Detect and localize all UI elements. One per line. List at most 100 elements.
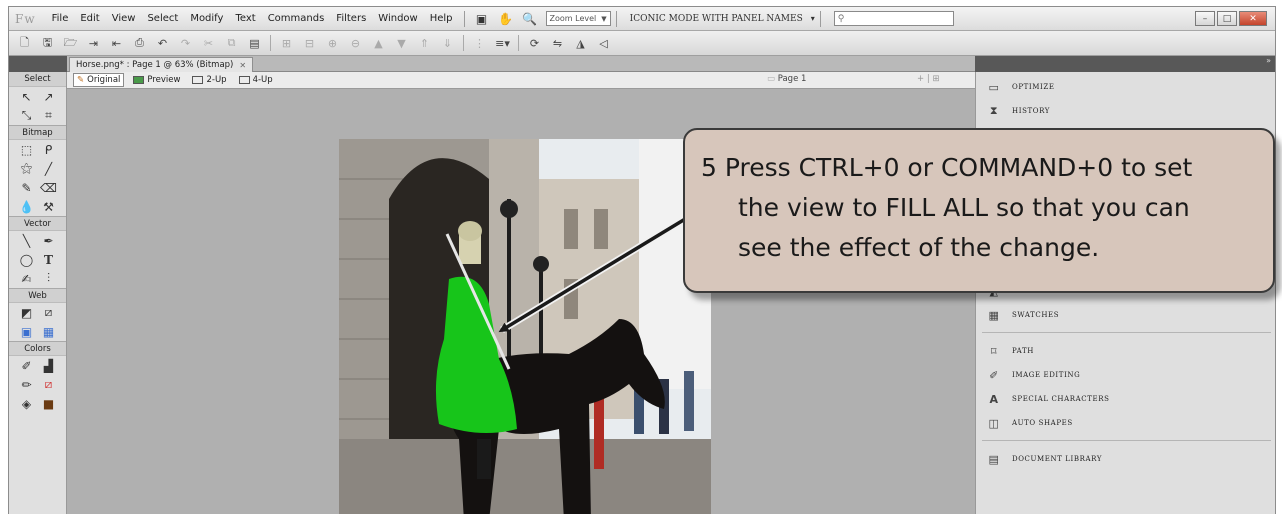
import-icon[interactable]: ⇥ <box>85 35 102 52</box>
document-tab[interactable]: Horse.png* : Page 1 @ 63% (Bitmap) ✕ <box>69 57 254 72</box>
hide-slices-icon[interactable]: ▣ <box>19 324 35 340</box>
redo-icon[interactable]: ↷ <box>177 35 194 52</box>
menu-filters[interactable]: Filters <box>330 13 372 24</box>
workspace-switcher[interactable]: ICONIC MODE WITH PANEL NAMES ▾ <box>630 14 815 24</box>
fill-color-icon[interactable]: ◈ <box>19 396 35 412</box>
maximize-button[interactable]: □ <box>1217 11 1237 26</box>
menu-commands[interactable]: Commands <box>262 13 331 24</box>
group-icon[interactable]: ⊞ <box>278 35 295 52</box>
rubber-stamp-icon[interactable]: ⚒ <box>41 199 57 215</box>
rectangle-tool-icon[interactable]: ◯ <box>19 252 35 268</box>
align-icon[interactable]: ≡▾ <box>494 35 511 52</box>
slice-tool-icon[interactable]: ⧄ <box>41 305 57 321</box>
chevron-down-icon: ▾ <box>810 14 815 23</box>
line-tool-icon[interactable]: ╲ <box>19 233 35 249</box>
magic-wand-icon[interactable]: ⚝ <box>19 161 35 177</box>
save-icon[interactable]: 🖫 <box>39 35 56 52</box>
menu-select[interactable]: Select <box>141 13 184 24</box>
paint-bucket-icon[interactable]: ▟ <box>41 358 57 374</box>
text-tool-icon[interactable]: T <box>41 252 57 268</box>
panel-auto-shapes[interactable]: ◫ AUTO SHAPES <box>976 411 1275 435</box>
pointer-tool-icon[interactable]: ↖ <box>19 89 35 105</box>
screen-mode-icon[interactable]: ▣ <box>473 11 491 27</box>
close-icon[interactable]: ✕ <box>239 61 246 70</box>
search-icon: ⚲ <box>837 13 845 24</box>
eraser-tool-icon[interactable]: ⌫ <box>40 180 57 196</box>
document-view-bar: ✎ Original Preview 2-Up 4-Up ▭ Page 1 + |… <box>67 72 975 89</box>
view-2up-button[interactable]: 2-Up <box>189 74 229 86</box>
eyedropper-tool-icon[interactable]: ✐ <box>19 358 35 374</box>
pen-tool-icon[interactable]: ✒ <box>41 233 57 249</box>
hotspot-tool-icon[interactable]: ◩ <box>19 305 35 321</box>
four-up-icon <box>238 76 250 84</box>
view-preview-button[interactable]: Preview <box>130 74 183 86</box>
panel-history[interactable]: ⧗ HISTORY <box>976 99 1275 123</box>
menu-modify[interactable]: Modify <box>184 13 229 24</box>
distribute-icon[interactable]: ⋮ <box>471 35 488 52</box>
bring-forward-icon[interactable]: ▲ <box>370 35 387 52</box>
freeform-tool-icon[interactable]: ✍ <box>19 271 35 287</box>
skew-icon[interactable]: ◁ <box>595 35 612 52</box>
undo-icon[interactable]: ↶ <box>154 35 171 52</box>
view-original-button[interactable]: ✎ Original <box>73 73 125 87</box>
scale-tool-icon[interactable]: ⤡ <box>19 108 35 124</box>
crop-tool-icon[interactable]: ⌗ <box>41 108 57 124</box>
hand-tool-icon[interactable]: ✋ <box>497 11 515 27</box>
zoom-tool-icon[interactable]: 🔍 <box>521 11 539 27</box>
new-document-icon[interactable]: 🗋 <box>16 35 33 52</box>
subselect-tool-icon[interactable]: ↗ <box>41 89 57 105</box>
flip-icon[interactable]: ⇋ <box>549 35 566 52</box>
fill-swatch-icon[interactable]: ■ <box>41 396 57 412</box>
cut-icon[interactable]: ✂ <box>200 35 217 52</box>
menu-divider <box>615 10 617 27</box>
menu-edit[interactable]: Edit <box>74 13 105 24</box>
marquee-tool-icon[interactable]: ⬚ <box>19 142 35 158</box>
send-to-back-icon[interactable]: ⇓ <box>439 35 456 52</box>
join-icon[interactable]: ⊕ <box>324 35 341 52</box>
stroke-color-icon[interactable]: ✏ <box>19 377 35 393</box>
copy-icon[interactable]: ⧉ <box>223 35 240 52</box>
minimize-button[interactable]: – <box>1195 11 1215 26</box>
pencil-tool-icon[interactable]: ✎ <box>19 180 35 196</box>
bring-to-front-icon[interactable]: ⇑ <box>416 35 433 52</box>
send-backward-icon[interactable]: ▼ <box>393 35 410 52</box>
paste-icon[interactable]: ▤ <box>246 35 263 52</box>
print-icon[interactable]: ⎙ <box>131 35 148 52</box>
panel-image-editing[interactable]: ✐ IMAGE EDITING <box>976 363 1275 387</box>
swatches-icon: ▦ <box>988 308 1000 322</box>
panel-optimize[interactable]: ▭ OPTIMIZE <box>976 75 1275 99</box>
menu-text[interactable]: Text <box>229 13 261 24</box>
panel-group-divider <box>982 327 1271 333</box>
zoom-level-select[interactable]: Zoom Level ▼ <box>545 11 611 26</box>
panel-swatches[interactable]: ▦ SWATCHES <box>976 303 1275 327</box>
export-icon[interactable]: ⇤ <box>108 35 125 52</box>
brush-tool-icon[interactable]: ╱ <box>41 161 57 177</box>
instruction-line-1: 5 Press CTRL+0 or COMMAND+0 to set <box>701 153 1193 182</box>
page-selector[interactable]: ▭ Page 1 <box>767 74 806 84</box>
panel-document-library[interactable]: ▤ DOCUMENT LIBRARY <box>976 447 1275 471</box>
search-input[interactable]: ⚲ <box>833 11 954 26</box>
menu-help[interactable]: Help <box>424 13 459 24</box>
no-stroke-icon[interactable]: ⧄ <box>41 377 57 393</box>
tools-group-select: Select <box>9 72 66 87</box>
open-icon[interactable]: 🗁 <box>62 35 79 52</box>
show-slices-icon[interactable]: ▦ <box>41 324 57 340</box>
knife-tool-icon[interactable]: ⫶ <box>41 271 57 287</box>
page-nav-icons[interactable]: + | ⊞ <box>917 74 940 84</box>
menu-file[interactable]: File <box>46 13 75 24</box>
close-button[interactable]: ✕ <box>1239 11 1267 26</box>
instruction-text: 5 Press CTRL+0 or COMMAND+0 to set the v… <box>701 148 1261 268</box>
menu-window[interactable]: Window <box>372 13 423 24</box>
menu-bar: Fw File Edit View Select Modify Text Com… <box>9 7 1275 31</box>
triangle-icon[interactable]: ◮ <box>572 35 589 52</box>
menu-view[interactable]: View <box>106 13 142 24</box>
panel-special-characters[interactable]: A SPECIAL CHARACTERS <box>976 387 1275 411</box>
view-4up-button[interactable]: 4-Up <box>236 74 276 86</box>
blur-tool-icon[interactable]: 💧 <box>19 199 35 215</box>
rotate-icon[interactable]: ⟳ <box>526 35 543 52</box>
panel-image-editing-label: IMAGE EDITING <box>1012 371 1081 379</box>
lasso-tool-icon[interactable]: ᑭ <box>41 142 57 158</box>
ungroup-icon[interactable]: ⊟ <box>301 35 318 52</box>
panel-path[interactable]: ⌑ PATH <box>976 339 1275 363</box>
split-icon[interactable]: ⊖ <box>347 35 364 52</box>
